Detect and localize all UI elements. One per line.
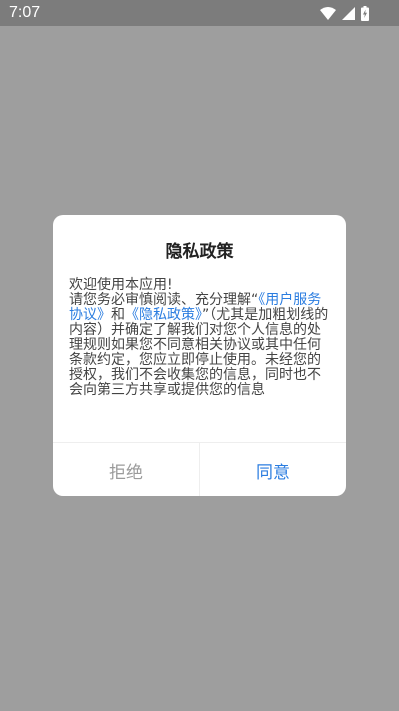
reject-button[interactable]: 拒绝 [53, 443, 200, 496]
dialog-content: 请您务必审慎阅读、充分理解“《用户服务协议》和《隐私政策》”（尤其是加粗划线的内… [69, 293, 331, 398]
battery-charging-icon [361, 5, 369, 21]
wifi-icon [320, 6, 336, 20]
dialog-greeting: 欢迎使用本应用! [69, 277, 173, 293]
status-bar: 7:07 [0, 0, 399, 26]
status-icons [320, 5, 369, 21]
dialog-title: 隐私政策 [165, 242, 234, 262]
dialog-body: 欢迎使用本应用! 请您务必审慎阅读、充分理解“《用户服务协议》和《隐私政策》”（… [69, 278, 331, 398]
status-time: 7:07 [9, 4, 41, 21]
privacy-policy-link[interactable]: 《隐私政策》 [125, 307, 202, 323]
conjunction-text: 和 [111, 307, 125, 323]
dialog-intro-text: 请您务必审慎阅读、充分理解“ [69, 292, 259, 308]
dialog-actions: 拒绝 同意 [53, 442, 346, 496]
agree-button[interactable]: 同意 [200, 443, 346, 496]
cell-signal-icon [342, 6, 355, 20]
privacy-policy-dialog: 隐私政策 欢迎使用本应用! 请您务必审慎阅读、充分理解“《用户服务协议》和《隐私… [53, 215, 346, 496]
